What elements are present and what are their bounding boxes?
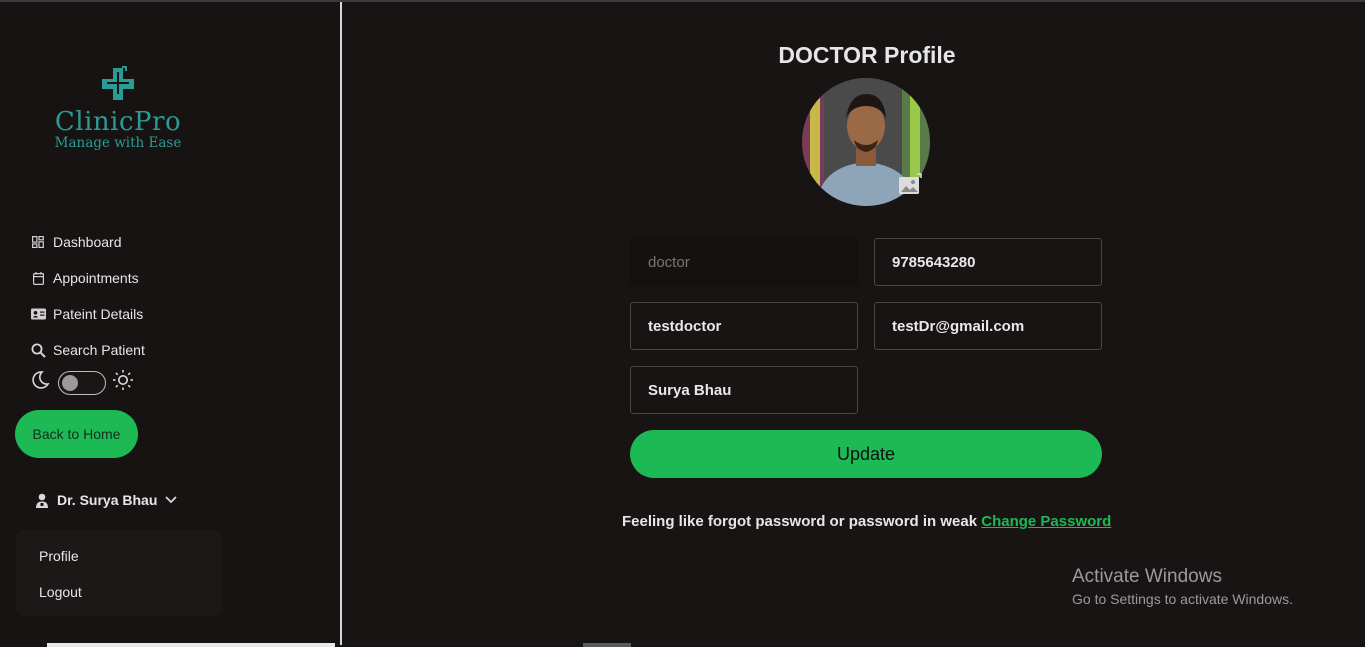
dropdown-item-profile[interactable]: Profile xyxy=(39,548,79,564)
sidebar-divider xyxy=(340,2,342,645)
chevron-down-icon xyxy=(165,496,178,504)
brand-name: ClinicPro xyxy=(54,107,182,137)
medical-cross-icon xyxy=(102,66,134,100)
user-menu-toggle[interactable]: Dr. Surya Bhau xyxy=(35,492,178,508)
sidebar-nav: Dashboard Appointments Pateint Details S… xyxy=(30,224,145,368)
sidebar-item-search-patient[interactable]: Search Patient xyxy=(30,332,145,368)
sidebar-item-label: Pateint Details xyxy=(53,306,144,322)
sidebar-item-patient-details[interactable]: Pateint Details xyxy=(30,296,145,332)
email-field[interactable] xyxy=(874,302,1102,350)
windows-activation-subtitle: Go to Settings to activate Windows. xyxy=(1072,591,1293,607)
windows-activation-title: Activate Windows xyxy=(1072,566,1222,587)
id-card-icon xyxy=(30,306,46,322)
clinicpro-logo[interactable]: ClinicPro Manage with Ease xyxy=(48,66,188,162)
page-title: DOCTOR Profile xyxy=(778,42,956,68)
avatar-container xyxy=(802,78,930,206)
phone-field[interactable] xyxy=(874,238,1102,286)
calendar-icon xyxy=(30,270,46,286)
back-to-home-button[interactable]: Back to Home xyxy=(15,410,138,458)
theme-toggle[interactable] xyxy=(58,370,106,395)
horizontal-scrollbar[interactable] xyxy=(47,643,335,647)
moon-icon xyxy=(30,370,50,395)
toggle-knob xyxy=(62,374,78,391)
dashboard-icon xyxy=(30,234,46,250)
sidebar-item-label: Search Patient xyxy=(53,342,145,358)
theme-switcher xyxy=(30,369,134,396)
full-name-field[interactable] xyxy=(630,366,858,414)
user-dropdown: Profile Logout xyxy=(16,530,222,616)
password-prompt-text: Feeling like forgot password or password… xyxy=(622,513,978,530)
change-password-link[interactable]: Change Password xyxy=(981,513,1111,530)
sun-icon xyxy=(112,369,134,396)
role-field[interactable] xyxy=(630,238,858,286)
username-field[interactable] xyxy=(630,302,858,350)
sidebar-item-label: Dashboard xyxy=(53,234,122,250)
dropdown-item-logout[interactable]: Logout xyxy=(39,584,82,600)
change-photo-icon[interactable] xyxy=(898,173,922,197)
sidebar-item-dashboard[interactable]: Dashboard xyxy=(30,224,145,260)
brand-tagline: Manage with Ease xyxy=(54,135,182,151)
user-icon xyxy=(35,493,49,508)
password-prompt: Feeling like forgot password or password… xyxy=(622,513,1111,530)
taskbar-indicator xyxy=(583,643,631,647)
sidebar-item-label: Appointments xyxy=(53,270,139,286)
update-button[interactable]: Update xyxy=(630,430,1102,478)
sidebar-item-appointments[interactable]: Appointments xyxy=(30,260,145,296)
search-icon xyxy=(30,342,46,358)
user-name: Dr. Surya Bhau xyxy=(57,492,158,508)
